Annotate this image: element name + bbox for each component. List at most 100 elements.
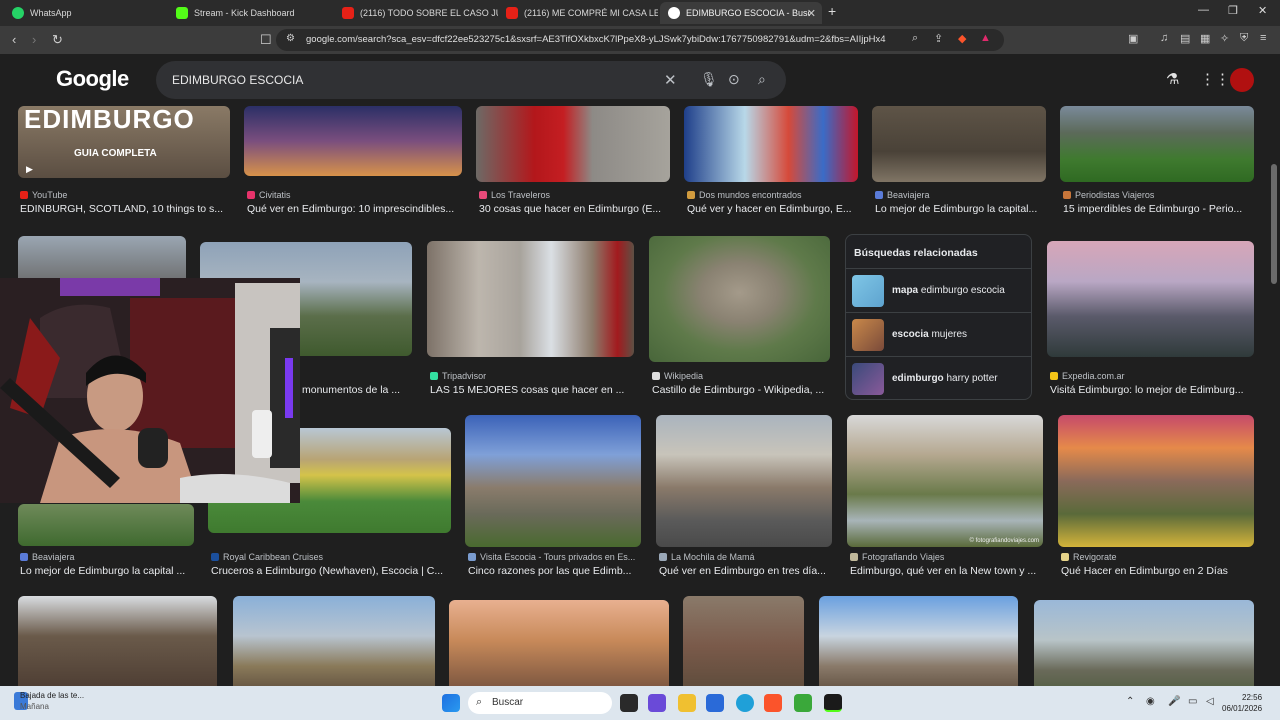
start-icon[interactable]	[442, 694, 460, 712]
result-thumbnail[interactable]: © fotografiandoviajes.com	[847, 415, 1043, 547]
tab-whatsapp[interactable]: WhatsApp	[4, 2, 164, 24]
result-thumbnail[interactable]	[872, 106, 1046, 182]
result-title[interactable]: EDINBURGH, SCOTLAND, 10 things to s...	[20, 203, 230, 215]
scrollbar-thumb[interactable]	[1271, 164, 1277, 284]
restore-icon[interactable]: ❐	[1228, 4, 1238, 17]
result-title[interactable]: Qué ver en Edimburgo: 10 imprescindibles…	[247, 203, 462, 215]
forward-icon[interactable]: ›	[32, 32, 36, 47]
teams-icon[interactable]	[648, 694, 666, 712]
network-icon[interactable]: ◉	[1146, 696, 1155, 707]
leo-icon[interactable]: ✧	[1220, 32, 1229, 45]
reader-icon[interactable]: ▤	[1180, 32, 1190, 45]
result-title[interactable]: monumentos de la ...	[302, 384, 412, 396]
close-window-icon[interactable]: ✕	[1258, 4, 1267, 17]
result-thumbnail[interactable]	[476, 106, 670, 182]
search-icon[interactable]: ⌕	[758, 71, 766, 88]
weather-widget[interactable]: Bajada de las te... Mañana	[20, 690, 84, 712]
lens-icon[interactable]: ⊙	[728, 71, 740, 88]
minimize-icon[interactable]: —	[1198, 4, 1209, 16]
labs-icon[interactable]: ⚗	[1166, 70, 1179, 88]
task-view-icon[interactable]	[620, 694, 638, 712]
result-thumbnail[interactable]	[244, 106, 462, 176]
result-thumbnail[interactable]	[1047, 241, 1254, 357]
result-title[interactable]: Cruceros a Edimburgo (Newhaven), Escocia…	[211, 565, 451, 577]
result-thumbnail[interactable]: EDIMBURGO GUIA COMPLETA ▶	[18, 106, 230, 178]
menu-icon[interactable]: ≡	[1260, 32, 1266, 44]
result-thumbnail[interactable]	[819, 596, 1018, 686]
brave-rewards-icon[interactable]: ▲	[980, 32, 991, 44]
microphone-icon[interactable]: 🎙	[700, 71, 718, 88]
result-thumbnail[interactable]	[683, 596, 804, 686]
result-thumbnail[interactable]	[18, 596, 217, 686]
address-bar[interactable]: ⚙ google.com/search?sca_esv=dfcf22ee5232…	[276, 29, 1004, 51]
new-tab-button[interactable]: +	[828, 3, 836, 19]
mic-icon[interactable]: 🎤	[1168, 696, 1180, 707]
apps-grid-icon[interactable]: ⋮⋮	[1200, 70, 1230, 88]
result-thumbnail[interactable]	[1034, 600, 1254, 686]
related-search-item[interactable]: escocia mujeres	[846, 312, 1031, 356]
tab-kick-dashboard[interactable]: Stream - Kick Dashboard	[168, 2, 332, 24]
result-title[interactable]: Lo mejor de Edimburgo la capital...	[875, 203, 1045, 215]
kick-icon	[176, 7, 188, 19]
clear-icon[interactable]: ✕	[664, 71, 677, 89]
back-icon[interactable]: ‹	[12, 32, 16, 47]
obs-icon[interactable]	[794, 694, 812, 712]
vpn-icon[interactable]: ⛨	[1240, 32, 1248, 45]
brave-shields-icon[interactable]: ◆	[958, 32, 966, 45]
result-title[interactable]: Cinco razones por las que Edimb...	[468, 565, 640, 577]
file-explorer-icon[interactable]	[678, 694, 696, 712]
result-thumbnail[interactable]	[427, 241, 634, 357]
taskbar-search[interactable]: ⌕ Buscar	[468, 692, 612, 714]
result-title[interactable]: 15 imperdibles de Edimburgo - Perio...	[1063, 203, 1255, 215]
system-clock[interactable]: 22:56 06/01/2026	[1222, 692, 1262, 714]
result-thumbnail[interactable]	[1060, 106, 1254, 182]
result-thumbnail[interactable]	[1058, 415, 1254, 547]
store-icon[interactable]	[706, 694, 724, 712]
search-input[interactable]: EDIMBURGO ESCOCIA	[172, 73, 303, 87]
edge-icon[interactable]	[736, 694, 754, 712]
result-thumbnail[interactable]	[656, 415, 832, 547]
result-source: Dos mundos encontrados	[687, 190, 802, 200]
result-title[interactable]: Lo mejor de Edimburgo la capital ...	[20, 565, 192, 577]
zoom-icon[interactable]: ⌕	[912, 32, 918, 45]
tab-youtube-1[interactable]: (2116) TODO SOBRE EL CASO JUAN	[334, 2, 498, 24]
volume-icon[interactable]: ◁	[1206, 696, 1214, 707]
tab-youtube-2[interactable]: (2116) ME COMPRÉ MI CASA LES M	[498, 2, 658, 24]
result-title[interactable]: Qué Hacer en Edimburgo en 2 Días	[1061, 565, 1253, 577]
reload-icon[interactable]: ↻	[52, 32, 63, 48]
related-search-item[interactable]: edimburgo harry potter	[846, 356, 1031, 400]
result-thumbnail[interactable]	[465, 415, 641, 547]
site-info-icon[interactable]: ⚙	[286, 33, 295, 44]
tab-title: WhatsApp	[30, 8, 72, 18]
result-thumbnail[interactable]	[233, 596, 435, 686]
sidebar-icon[interactable]: ▣	[1128, 32, 1138, 45]
search-box[interactable]: EDIMBURGO ESCOCIA ✕ 🎙 ⊙ ⌕	[156, 61, 786, 99]
page-scrollbar[interactable]	[1268, 54, 1280, 686]
tray-overflow-icon[interactable]: ⌃	[1126, 696, 1134, 707]
avatar[interactable]	[1230, 68, 1254, 92]
bookmark-icon[interactable]: ☐	[260, 32, 272, 48]
thumbnail-overlay-text: EDIMBURGO	[24, 106, 195, 134]
share-icon[interactable]: ⇪	[934, 32, 943, 45]
result-title[interactable]: Qué ver en Edimburgo en tres día...	[659, 565, 831, 577]
related-search-item[interactable]: mapa edimburgo escocia	[846, 268, 1031, 312]
wallet-icon[interactable]: ▦	[1200, 32, 1210, 45]
media-icon[interactable]: ♫	[1160, 32, 1168, 44]
app-icon[interactable]	[824, 694, 842, 712]
result-title[interactable]: 30 cosas que hacer en Edimburgo (E...	[479, 203, 669, 215]
result-title[interactable]: Visitá Edimburgo: lo mejor de Edimburg..…	[1050, 384, 1254, 396]
result-title[interactable]: Castillo de Edimburgo - Wikipedia, ...	[652, 384, 830, 396]
google-logo[interactable]: Google	[56, 66, 129, 92]
result-thumbnail[interactable]	[649, 236, 830, 362]
result-thumbnail[interactable]	[18, 504, 194, 546]
tab-google-search[interactable]: EDIMBURGO ESCOCIA - Buscar c ✕	[660, 2, 822, 24]
result-title[interactable]: Edimburgo, qué ver en la New town y ...	[850, 565, 1042, 577]
source-favicon-icon	[875, 191, 883, 199]
result-title[interactable]: LAS 15 MEJORES cosas que hacer en ...	[430, 384, 635, 396]
brave-icon[interactable]	[764, 694, 782, 712]
wifi-icon[interactable]: ▭	[1188, 696, 1197, 707]
result-thumbnail[interactable]	[684, 106, 858, 182]
result-title[interactable]: Qué ver y hacer en Edimburgo, E...	[687, 203, 857, 215]
close-tab-icon[interactable]: ✕	[807, 7, 816, 20]
result-thumbnail[interactable]	[449, 600, 669, 686]
